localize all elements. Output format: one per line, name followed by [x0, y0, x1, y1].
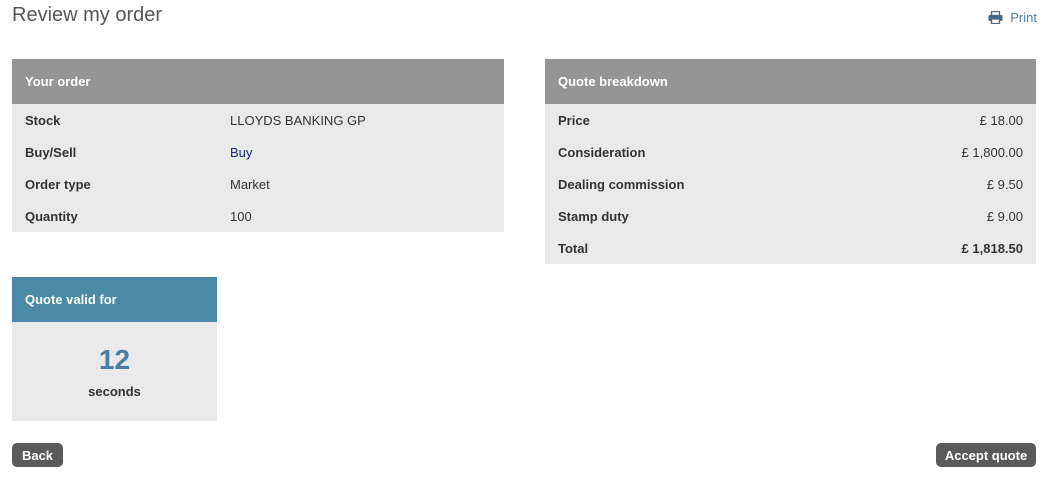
countdown-body: 12 seconds — [12, 322, 217, 399]
quantity-value: 100 — [230, 208, 252, 224]
row-label: Order type — [25, 176, 91, 192]
order-row-stock: Stock LLOYDS BANKING GP — [12, 104, 504, 136]
row-label: Stamp duty — [558, 208, 629, 224]
countdown-seconds: 12 — [98, 344, 131, 375]
row-label: Price — [558, 112, 590, 128]
order-type-value: Market — [230, 176, 270, 192]
review-order-page: Review my order Print Your order Stock L… — [0, 0, 1045, 479]
row-label: Quantity — [25, 208, 78, 224]
quote-row-stamp-duty: Stamp duty £ 9.00 — [545, 200, 1036, 232]
row-label: Stock — [25, 112, 61, 128]
print-link[interactable]: Print — [988, 10, 1037, 25]
countdown-unit: seconds — [88, 384, 141, 399]
quote-row-dealing-commission: Dealing commission £ 9.50 — [545, 168, 1036, 200]
stock-value: LLOYDS BANKING GP — [230, 112, 366, 128]
printer-icon — [988, 11, 1003, 24]
quote-breakdown-header: Quote breakdown — [545, 59, 1036, 104]
your-order-header: Your order — [12, 59, 504, 104]
stamp-duty-value: £ 9.00 — [986, 208, 1023, 224]
quote-breakdown-panel: Quote breakdown Price £ 18.00 Considerat… — [545, 59, 1036, 264]
accept-quote-button[interactable]: Accept quote — [936, 443, 1036, 467]
buy-sell-value: Buy — [230, 144, 253, 160]
quote-valid-panel: Quote valid for 12 seconds — [12, 277, 217, 421]
price-value: £ 18.00 — [979, 112, 1023, 128]
quote-valid-header: Quote valid for — [12, 277, 217, 322]
consideration-value: £ 1,800.00 — [961, 144, 1023, 160]
quote-row-consideration: Consideration £ 1,800.00 — [545, 136, 1036, 168]
order-row-order-type: Order type Market — [12, 168, 504, 200]
your-order-panel: Your order Stock LLOYDS BANKING GP Buy/S… — [12, 59, 504, 232]
order-row-buy-sell: Buy/Sell Buy — [12, 136, 504, 168]
back-button[interactable]: Back — [12, 443, 63, 467]
row-label: Buy/Sell — [25, 144, 77, 160]
row-label: Total — [558, 240, 589, 256]
total-value: £ 1,818.50 — [961, 240, 1023, 256]
order-row-quantity: Quantity 100 — [12, 200, 504, 232]
page-title: Review my order — [12, 4, 163, 26]
row-label: Dealing commission — [558, 176, 685, 192]
row-label: Consideration — [558, 144, 646, 160]
quote-row-price: Price £ 18.00 — [545, 104, 1036, 136]
print-label[interactable]: Print — [1010, 10, 1037, 25]
dealing-commission-value: £ 9.50 — [986, 176, 1023, 192]
quote-row-total: Total £ 1,818.50 — [545, 232, 1036, 264]
